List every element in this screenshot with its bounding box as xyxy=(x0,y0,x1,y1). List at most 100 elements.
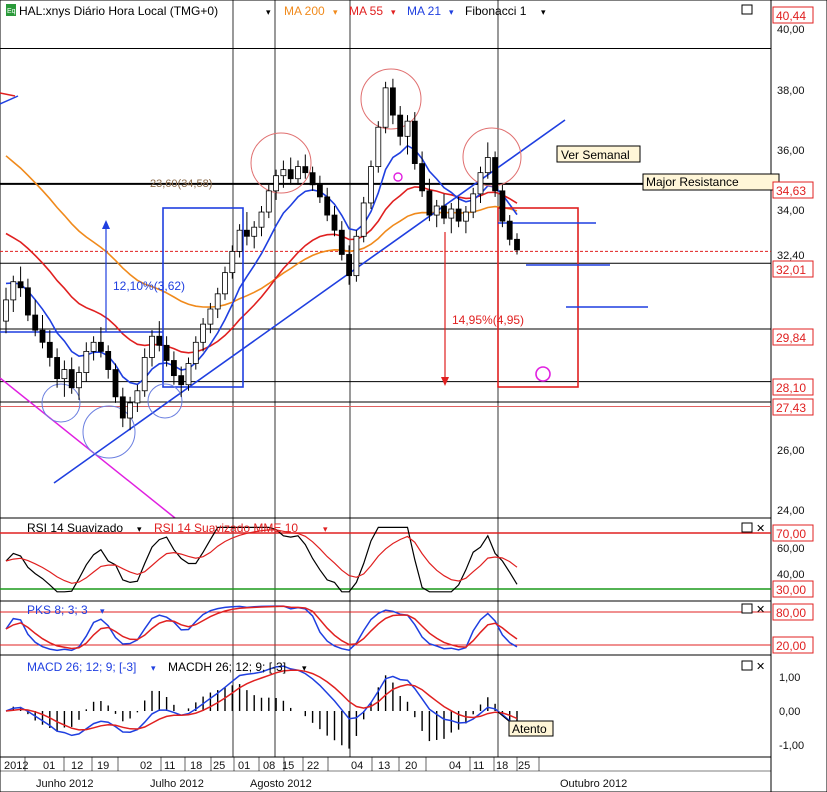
candle-body xyxy=(163,344,170,361)
x-day-label: 25 xyxy=(213,760,225,772)
price-panel-maximize-icon[interactable] xyxy=(741,4,753,15)
rsi-tick: 60,00 xyxy=(777,543,805,555)
price-tick: 38,00 xyxy=(777,85,805,97)
x-month-label: Outubro 2012 xyxy=(560,778,627,790)
legend-symbol[interactable]: HAL:xnys Diário Hora Local (TMG+0) xyxy=(19,4,218,18)
candle-body xyxy=(280,169,287,177)
rsi-tick: 40,00 xyxy=(777,569,805,581)
price-tag: 29,84 xyxy=(776,331,806,345)
candle-body xyxy=(375,126,382,168)
candle-body xyxy=(389,87,396,116)
x-day-label: 15 xyxy=(282,760,294,772)
stoch-dropdown-icon[interactable]: ▾ xyxy=(100,606,105,616)
candle-body xyxy=(90,341,97,352)
rsi-tag: 30,00 xyxy=(776,583,806,597)
candle-body xyxy=(214,293,221,310)
x-day-label: 01 xyxy=(238,760,250,772)
rsi-title-dropdown-icon[interactable]: ▾ xyxy=(137,524,142,534)
legend-ma21-dropdown-icon[interactable]: ▾ xyxy=(449,7,454,17)
candle-body xyxy=(134,390,141,404)
candle-body xyxy=(309,172,316,186)
candle-body xyxy=(10,281,17,301)
legend-ma55[interactable]: MA 55 xyxy=(349,4,383,18)
legend-ma21[interactable]: MA 21 xyxy=(407,4,441,18)
candle-body xyxy=(17,281,24,289)
stoch-tag: 20,00 xyxy=(776,639,806,653)
macd-title[interactable]: MACD 26; 12; 9; [-3] xyxy=(27,660,136,674)
candle-body xyxy=(455,208,462,222)
candle-body xyxy=(258,211,265,228)
price-tick: 36,00 xyxy=(777,145,805,157)
legend-ma200[interactable]: MA 200 xyxy=(284,4,325,18)
candle-body xyxy=(492,157,499,192)
candle-body xyxy=(185,363,192,386)
macdh-title[interactable]: MACDH 26; 12; 9; [-3] xyxy=(168,660,286,674)
macd-maximize-icon[interactable] xyxy=(741,660,753,671)
gain-label: 12,10%(3,62) xyxy=(113,279,185,293)
candle-body xyxy=(236,229,243,252)
x-day-label: 12 xyxy=(71,760,83,772)
legend-fib-dropdown-icon[interactable]: ▾ xyxy=(541,7,546,17)
rsi-title[interactable]: RSI 14 Suavizado xyxy=(27,521,123,535)
candle-body xyxy=(419,163,426,192)
x-day-label: 04 xyxy=(449,760,461,772)
price-tag: 34,63 xyxy=(776,184,806,198)
candle-body xyxy=(331,214,338,231)
candle-body xyxy=(324,196,331,216)
candle-body xyxy=(368,166,374,204)
x-day-label: 13 xyxy=(378,760,390,772)
candle-body xyxy=(46,341,53,358)
stoch-close-icon[interactable]: ✕ xyxy=(756,604,765,616)
candle-body xyxy=(127,402,133,419)
x-day-label: 11 xyxy=(473,760,484,772)
candle-body xyxy=(200,323,207,343)
ver-semanal-label: Ver Semanal xyxy=(561,148,630,162)
candle-body xyxy=(462,211,469,222)
legend-symbol-dropdown-icon[interactable]: ▾ xyxy=(266,7,271,17)
rsi-signal-dropdown-icon[interactable]: ▾ xyxy=(323,524,328,534)
rsi-tag: 70,00 xyxy=(776,527,806,541)
legend-fib[interactable]: Fibonacci 1 xyxy=(465,4,527,18)
candle-body xyxy=(243,229,250,237)
x-day-label: 08 xyxy=(263,760,275,772)
x-day-label: 18 xyxy=(496,760,508,772)
price-tag: 32,01 xyxy=(776,263,806,277)
legend-ma200-dropdown-icon[interactable]: ▾ xyxy=(333,7,338,17)
rsi-close-icon[interactable]: ✕ xyxy=(756,523,765,535)
stoch-maximize-icon[interactable] xyxy=(741,603,753,614)
x-day-label: 04 xyxy=(351,760,363,772)
candle-body xyxy=(105,350,112,370)
candle-body xyxy=(404,120,411,137)
candle-body xyxy=(477,172,484,195)
candle-body xyxy=(265,190,272,213)
candle-body xyxy=(192,341,199,364)
rsi-signal-title[interactable]: RSI 14 Suavizado MME 10 xyxy=(154,521,298,535)
candle xyxy=(368,160,374,210)
major-resistance-label: Major Resistance xyxy=(646,175,739,189)
legend-ma55-dropdown-icon[interactable]: ▾ xyxy=(391,7,396,17)
candle-body xyxy=(229,251,236,274)
candle-body xyxy=(397,114,404,137)
rsi-maximize-icon[interactable] xyxy=(741,522,753,533)
candle xyxy=(499,184,506,228)
macdh-dropdown-icon[interactable]: ▾ xyxy=(302,663,307,673)
candle-body xyxy=(76,372,82,389)
candle-body xyxy=(346,254,353,277)
stoch-title[interactable]: PKS 8; 3; 3 xyxy=(27,603,88,617)
candle-body xyxy=(32,314,39,331)
price-tick: 26,00 xyxy=(777,445,805,457)
price-tag: 27,43 xyxy=(776,401,806,415)
stoch-tag: 80,00 xyxy=(776,606,806,620)
candle-body xyxy=(426,190,433,216)
candle xyxy=(360,196,367,243)
candle-body xyxy=(156,335,163,346)
candle-body xyxy=(273,175,280,192)
macd-close-icon[interactable]: ✕ xyxy=(756,661,765,673)
x-day-label: 11 xyxy=(164,760,175,772)
macd-dropdown-icon[interactable]: ▾ xyxy=(151,663,156,673)
candle-body xyxy=(207,308,214,325)
candle-body xyxy=(295,166,301,180)
candle-body xyxy=(441,205,447,219)
candle-body xyxy=(54,357,60,380)
price-tag: 40,44 xyxy=(776,9,806,23)
